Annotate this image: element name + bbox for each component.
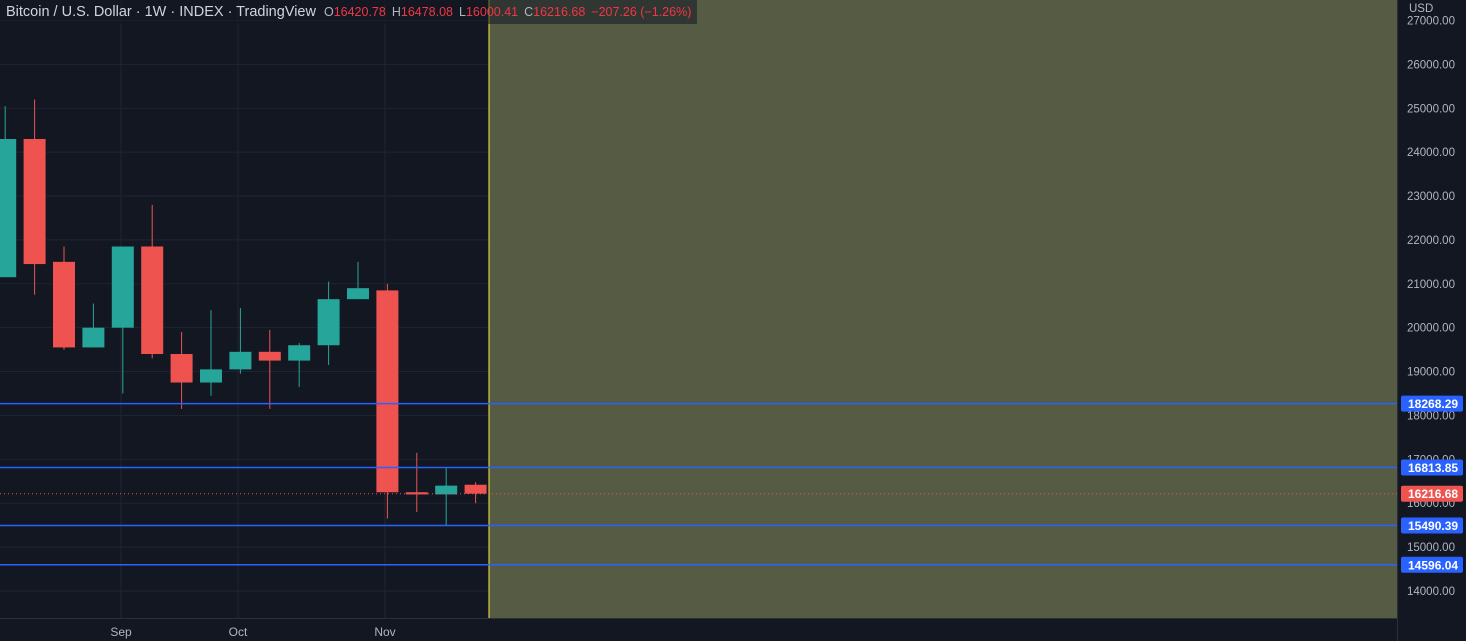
price-badge-label: 18268.29 xyxy=(1408,397,1458,411)
price-tick-label: 20000.00 xyxy=(1407,323,1455,335)
close-value: 16216.68 xyxy=(533,5,586,19)
candle-body xyxy=(288,345,311,361)
candle-body xyxy=(170,354,193,383)
price-tick-label: 21000.00 xyxy=(1407,279,1455,291)
price-badge-label: 16216.68 xyxy=(1408,487,1458,501)
candle-body xyxy=(376,290,399,493)
high-label: H xyxy=(391,5,401,19)
candle xyxy=(23,99,46,295)
candle xyxy=(200,310,222,396)
change-value: −207.26 (−1.26%) xyxy=(591,5,692,19)
candle-body xyxy=(141,246,164,355)
symbol-title[interactable]: Bitcoin / U.S. Dollar · 1W · INDEX · Tra… xyxy=(6,4,316,20)
candle xyxy=(53,246,75,350)
price-badge-label: 15490.39 xyxy=(1408,519,1458,533)
price-badge-label: 14596.04 xyxy=(1408,558,1458,572)
low-value: 16000.41 xyxy=(465,5,519,19)
price-tick-label: 14000.00 xyxy=(1407,586,1455,598)
candle xyxy=(0,106,17,278)
price-tick-label: 24000.00 xyxy=(1407,147,1455,159)
price-tick-label: 25000.00 xyxy=(1407,103,1455,115)
candle xyxy=(82,303,105,348)
candle xyxy=(376,283,399,519)
candle-body xyxy=(23,138,46,265)
candle xyxy=(170,332,193,409)
time-tick-label: Sep xyxy=(110,625,132,639)
candle-body xyxy=(464,484,487,494)
candle-body xyxy=(317,299,340,346)
ohlc-values: O16420.78 H16478.08 L16000.41 C16216.68 … xyxy=(324,5,691,19)
candle-body xyxy=(347,288,369,300)
candle-body xyxy=(0,138,17,278)
price-badge: 16813.85 xyxy=(1401,459,1463,476)
time-tick-label: Oct xyxy=(229,625,248,639)
time-axis[interactable]: Sep Oct Nov xyxy=(0,618,1397,641)
candle-body xyxy=(435,485,458,495)
candle-body xyxy=(53,261,75,348)
price-tick-label: 15000.00 xyxy=(1407,542,1455,554)
candle xyxy=(258,329,281,409)
candles xyxy=(0,99,487,526)
candle xyxy=(229,307,252,374)
candle xyxy=(435,468,458,526)
price-badge: 16216.68 xyxy=(1401,485,1463,502)
open-label: O xyxy=(323,5,334,19)
candle-body xyxy=(200,369,222,383)
price-tick-label: 18000.00 xyxy=(1407,410,1455,422)
price-tick-label: 23000.00 xyxy=(1407,191,1455,203)
candle-body xyxy=(111,246,134,328)
close-label: C xyxy=(524,5,534,19)
price-axis[interactable]: USD27000.00 26000.00 25000.00 24000.00 23000… xyxy=(1397,0,1466,641)
chart-area[interactable]: USD27000.00 26000.00 25000.00 24000.00 23000… xyxy=(0,0,1466,641)
price-tick-label: 26000.00 xyxy=(1407,59,1455,71)
candle xyxy=(347,261,369,300)
symbol-legend[interactable]: Bitcoin / U.S. Dollar · 1W · INDEX · Tra… xyxy=(0,0,698,24)
price-badge-label: 16813.85 xyxy=(1408,461,1458,475)
candle xyxy=(317,281,340,365)
candle-body xyxy=(229,351,252,370)
time-axis-bg xyxy=(0,618,1397,641)
price-tick-label: 19000.00 xyxy=(1407,367,1455,379)
price-badge: 15490.39 xyxy=(1401,517,1463,534)
price-tick-label: 27000.00 xyxy=(1407,16,1455,28)
price-badge: 18268.29 xyxy=(1401,395,1463,412)
price-tick-label: 22000.00 xyxy=(1407,235,1455,247)
candle xyxy=(288,343,311,387)
low-label: L xyxy=(459,5,466,19)
currency-label: USD xyxy=(1409,3,1433,15)
candle xyxy=(464,482,487,504)
high-value: 16478.08 xyxy=(400,5,454,19)
candle xyxy=(141,204,164,359)
open-value: 16420.78 xyxy=(333,5,386,19)
candle-body xyxy=(258,351,281,361)
price-badge: 14596.04 xyxy=(1401,556,1463,573)
time-tick-label: Nov xyxy=(374,625,395,639)
candle-body xyxy=(82,327,105,348)
